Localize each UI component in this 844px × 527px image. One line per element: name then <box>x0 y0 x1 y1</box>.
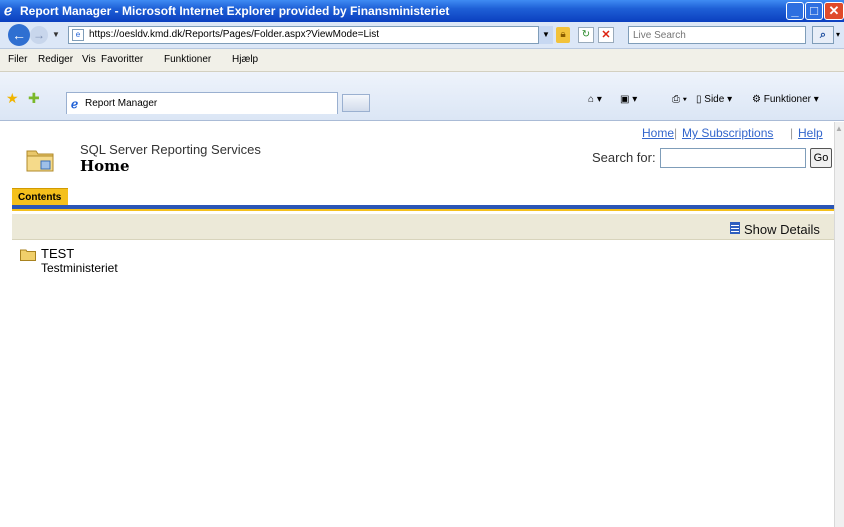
browser-search-field[interactable] <box>628 26 806 44</box>
tab-bar: ★ ✚ ℯ Report Manager ⌂ ▾ ▣ ▾ ⎙ ▾ ▯ Side … <box>0 72 844 121</box>
stop-button[interactable]: ✕ <box>598 27 614 43</box>
lock-icon[interactable]: 🔒︎ <box>556 27 570 43</box>
search-icon: ⌕ <box>819 29 827 41</box>
favorites-star-icon[interactable]: ★ <box>6 90 19 107</box>
close-button[interactable]: ✕ <box>824 2 844 20</box>
address-dropdown[interactable]: ▼ <box>538 26 553 44</box>
tools-menu-label: Funktioner <box>763 94 811 105</box>
menu-item-edit[interactable]: Rediger <box>38 54 73 65</box>
recent-pages-dropdown[interactable]: ▼ <box>52 30 60 39</box>
arrow-right-icon: → <box>33 28 45 42</box>
home-icon[interactable]: ⌂ ▾ <box>588 94 602 105</box>
my-subscriptions-link[interactable]: My Subscriptions <box>682 126 773 140</box>
go-button[interactable]: Go <box>810 148 832 168</box>
arrow-left-icon: ← <box>12 27 26 43</box>
new-tab-button[interactable] <box>342 94 370 112</box>
refresh-icon: ↻ <box>581 29 591 40</box>
menu-item-tools[interactable]: Funktioner <box>164 54 211 65</box>
print-icon[interactable]: ⎙ ▾ <box>672 94 687 105</box>
search-options-dropdown[interactable]: ▾ <box>836 30 840 39</box>
feeds-icon[interactable]: ▣ ▾ <box>620 94 637 105</box>
back-button[interactable]: ← <box>8 24 30 46</box>
link-separator: | <box>790 126 794 140</box>
report-manager-page: Home | My Subscriptions | Help SQL Serve… <box>0 122 834 527</box>
folder-icon <box>26 150 54 172</box>
gear-icon: ⚙ <box>752 94 764 105</box>
page-title: Home <box>80 157 130 175</box>
details-toolbar <box>12 214 834 240</box>
folder-item-name[interactable]: TEST <box>41 246 74 261</box>
menu-item-favorites[interactable]: Favoritter <box>101 54 143 65</box>
address-field[interactable]: e https://oesldv.kmd.dk/Reports/Pages/Fo… <box>68 26 552 44</box>
window-titlebar: ℯ Report Manager - Microsoft Internet Ex… <box>0 0 844 22</box>
help-link[interactable]: Help <box>798 126 823 140</box>
ie-logo-icon: ℯ <box>4 2 13 18</box>
page-menu-label: Side <box>704 94 725 105</box>
menu-item-view[interactable]: Vis <box>82 54 96 65</box>
folder-item-description: Testministeriet <box>41 261 118 275</box>
product-name: SQL Server Reporting Services <box>80 142 261 157</box>
search-input[interactable] <box>660 148 806 168</box>
page-menu-button[interactable]: ▯ Side ▾ <box>696 94 732 105</box>
minimize-button[interactable]: _ <box>786 2 804 20</box>
page-icon: e <box>72 29 84 41</box>
window-title: Report Manager - Microsoft Internet Expl… <box>20 4 450 18</box>
maximize-button[interactable]: □ <box>805 2 823 20</box>
search-label: Search for: <box>592 150 656 165</box>
tab-underline-accent <box>12 209 834 211</box>
link-separator: | <box>674 126 678 140</box>
menu-item-file[interactable]: Filer <box>8 54 27 65</box>
forward-button[interactable]: → <box>30 26 48 44</box>
show-details-button[interactable]: Show Details <box>744 222 820 237</box>
tab-report-manager[interactable]: ℯ Report Manager <box>66 92 338 114</box>
refresh-button[interactable]: ↻ <box>578 27 594 43</box>
tab-label: Report Manager <box>85 98 158 109</box>
browser-search-input[interactable] <box>633 28 801 42</box>
details-list-icon[interactable] <box>730 222 740 234</box>
scroll-up-icon[interactable]: ▲ <box>835 124 843 133</box>
add-favorite-icon[interactable]: ✚ <box>28 90 40 107</box>
menu-bar: Filer Rediger Vis Favoritter Funktioner … <box>0 49 844 72</box>
home-link[interactable]: Home <box>642 126 674 140</box>
ie-page-icon: ℯ <box>71 97 79 111</box>
tab-contents[interactable]: Contents <box>12 188 68 206</box>
folder-icon[interactable] <box>20 249 36 261</box>
address-url: https://oesldv.kmd.dk/Reports/Pages/Fold… <box>89 29 380 40</box>
close-icon: ✕ <box>601 29 611 41</box>
browser-search-button[interactable]: ⌕ <box>812 26 834 44</box>
vertical-scrollbar[interactable] <box>834 122 844 527</box>
tools-menu-button[interactable]: ⚙ Funktioner ▾ <box>752 94 819 105</box>
menu-item-help[interactable]: Hjælp <box>232 54 258 65</box>
address-toolbar: ← → ▼ e https://oesldv.kmd.dk/Reports/Pa… <box>0 22 844 49</box>
